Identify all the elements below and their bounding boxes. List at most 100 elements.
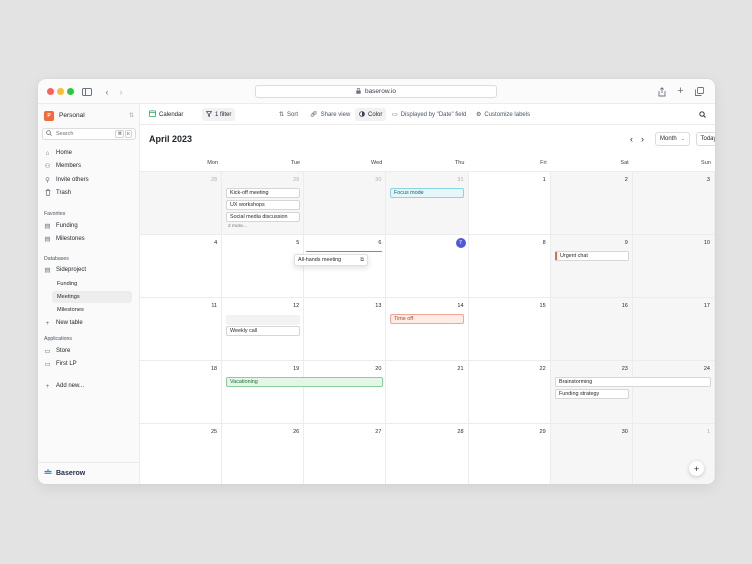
close-window-button[interactable]: [47, 88, 54, 95]
sidebar-item-database[interactable]: ▤ Sideproject: [42, 264, 136, 276]
event-vacationing[interactable]: Vacationing: [226, 377, 383, 387]
sidebar-toggle-icon[interactable]: [81, 86, 92, 97]
sidebar-item-app-first-lp[interactable]: ▭ First LP: [42, 358, 136, 370]
weekday-header: Thu: [454, 160, 465, 166]
day-cell[interactable]: 13: [304, 297, 387, 360]
event-time-off[interactable]: Time off: [390, 314, 464, 324]
sidebar-table-meetings[interactable]: Meetings: [52, 291, 132, 303]
day-number: 15: [539, 303, 546, 309]
day-cell[interactable]: 21: [386, 360, 469, 423]
day-cell[interactable]: 22: [468, 360, 551, 423]
sidebar-item-label: Store: [56, 348, 71, 354]
sidebar-item-home[interactable]: ⌂ Home: [42, 147, 136, 159]
event-focus-mode[interactable]: Focus mode: [390, 188, 464, 198]
day-cell[interactable]: 30: [304, 171, 387, 234]
next-month-icon[interactable]: ›: [638, 134, 647, 144]
day-cell[interactable]: 3: [632, 171, 715, 234]
previous-month-icon[interactable]: ‹: [627, 134, 636, 144]
event-brainstorming[interactable]: Brainstorming: [555, 377, 711, 387]
sidebar-item-label: New table: [56, 320, 83, 326]
share-icon[interactable]: [656, 86, 667, 97]
browser-window: ‹ › baserow.io + P Personal ⇅ Search ⌘ K…: [38, 79, 715, 484]
day-cell[interactable]: 17: [632, 297, 715, 360]
sidebar-item-favorite-milestones[interactable]: ▤ Milestones: [42, 233, 136, 245]
toolbar-search-icon[interactable]: [697, 109, 707, 119]
plus-icon: +: [45, 382, 50, 390]
more-events-link[interactable]: 2 more...: [228, 224, 247, 229]
date-field-button[interactable]: ▭ Displayed by "Date" field: [388, 108, 470, 121]
sidebar-item-trash[interactable]: Trash: [42, 187, 136, 199]
event-urgent-chat[interactable]: Urgent chat: [555, 251, 629, 261]
day-cell[interactable]: 30: [550, 423, 633, 484]
search-shortcut: ⌘ K: [115, 130, 132, 138]
sort-button[interactable]: ⇅ Sort: [275, 108, 302, 121]
event-social-media-discussion[interactable]: Social media discussion: [226, 212, 300, 222]
back-icon[interactable]: ‹: [102, 86, 112, 97]
day-cell[interactable]: 25: [140, 423, 223, 484]
day-cell[interactable]: 18: [140, 360, 223, 423]
weekday-header: Sun: [701, 160, 711, 166]
event-ux-workshops[interactable]: UX workshops: [226, 200, 300, 210]
new-tab-icon[interactable]: +: [675, 85, 686, 97]
add-event-button[interactable]: +: [689, 461, 704, 476]
sidebar-item-invite[interactable]: ⚲ Invite others: [42, 174, 136, 186]
day-cell[interactable]: 1: [632, 423, 715, 484]
day-cell[interactable]: 29: [468, 423, 551, 484]
forward-icon[interactable]: ›: [116, 86, 126, 97]
weekday-header: Tue: [290, 160, 301, 166]
day-cell[interactable]: 7: [386, 234, 469, 297]
minimize-window-button[interactable]: [57, 88, 64, 95]
sidebar-item-favorite-funding[interactable]: ▤ Funding: [42, 220, 136, 232]
day-number: 28: [211, 177, 218, 183]
day-cell[interactable]: 9: [550, 234, 633, 297]
color-button[interactable]: Color: [355, 108, 387, 121]
customize-labels-button[interactable]: ⚙ Customize labels: [472, 108, 534, 121]
day-cell[interactable]: 31: [386, 171, 469, 234]
event-all-hands-meeting[interactable]: All-hands meeting ⧉: [294, 254, 368, 266]
event-kickoff-meeting[interactable]: Kick-off meeting: [226, 188, 300, 198]
filter-button[interactable]: 1 filter: [202, 108, 236, 121]
day-cell[interactable]: 8: [468, 234, 551, 297]
share-view-button[interactable]: 🔗︎ Share view: [306, 108, 354, 121]
day-cell[interactable]: 28: [140, 171, 223, 234]
day-number: 29: [539, 429, 546, 435]
sidebar-item-members[interactable]: ⚇ Members: [42, 160, 136, 172]
day-cell[interactable]: 5: [222, 234, 305, 297]
day-cell[interactable]: 28: [386, 423, 469, 484]
day-cell[interactable]: 11: [140, 297, 223, 360]
sidebar-table-milestones[interactable]: Milestones: [52, 304, 132, 316]
sidebar-table-funding[interactable]: Funding: [52, 278, 132, 290]
new-table-button[interactable]: + New table: [42, 317, 136, 329]
day-cell[interactable]: 19: [222, 360, 305, 423]
trash-icon: [44, 188, 51, 198]
day-number: 23: [621, 366, 628, 372]
sidebar-item-app-store[interactable]: ▭ Store: [42, 345, 136, 357]
event-weekly-call[interactable]: Weekly call: [226, 326, 300, 336]
day-cell[interactable]: 1: [468, 171, 551, 234]
day-cell[interactable]: 2: [550, 171, 633, 234]
maximize-window-button[interactable]: [67, 88, 74, 95]
event-funding-strategy[interactable]: Funding strategy: [555, 389, 629, 399]
day-cell[interactable]: 10: [632, 234, 715, 297]
day-cell[interactable]: 27: [304, 423, 387, 484]
day-cell[interactable]: 24: [632, 360, 715, 423]
workspace-switcher[interactable]: P Personal ⇅: [44, 110, 134, 121]
day-number: 7: [455, 238, 466, 248]
add-new-button[interactable]: + Add new...: [42, 380, 136, 392]
address-bar[interactable]: baserow.io: [255, 85, 497, 98]
today-button[interactable]: Today: [696, 132, 715, 146]
day-cell[interactable]: 26: [222, 423, 305, 484]
tabs-overview-icon[interactable]: [694, 86, 705, 97]
day-cell[interactable]: 14: [386, 297, 469, 360]
day-cell[interactable]: 20: [304, 360, 387, 423]
home-icon: ⌂: [45, 149, 50, 157]
sidebar-item-label: Invite others: [56, 177, 89, 183]
day-cell[interactable]: 4: [140, 234, 223, 297]
event-title: All-hands meeting: [298, 257, 342, 263]
day-number: 9: [624, 240, 628, 246]
day-cell[interactable]: 16: [550, 297, 633, 360]
view-mode-select[interactable]: Month ⌄: [655, 132, 690, 146]
view-switcher[interactable]: Calendar: [145, 108, 187, 121]
day-cell[interactable]: 15: [468, 297, 551, 360]
search-input[interactable]: Search ⌘ K: [42, 128, 136, 140]
